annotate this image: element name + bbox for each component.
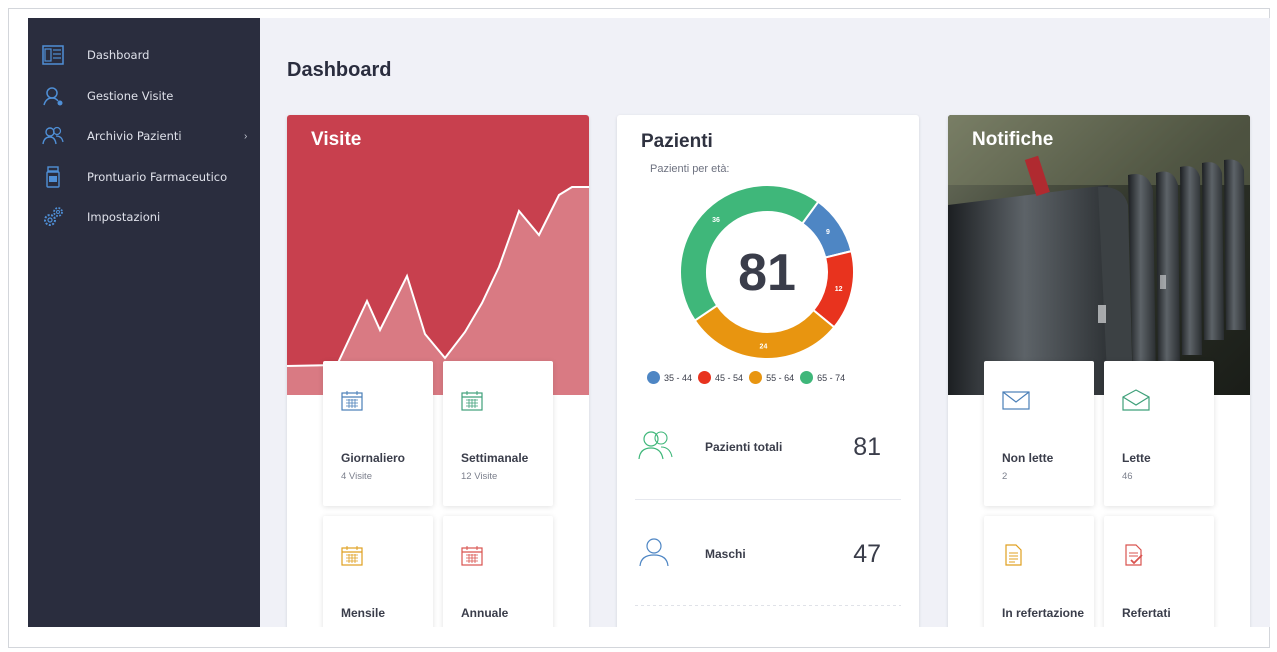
legend-swatch (647, 371, 660, 384)
pazienti-subtitle: Pazienti per età: (650, 163, 730, 175)
stat-value: 81 (853, 433, 881, 461)
pazienti-card: Pazienti Pazienti per età: 9 12 24 36 81 35 … (617, 115, 919, 627)
chevron-right-icon: › (244, 130, 248, 142)
user-search-icon (43, 87, 63, 106)
legend-label: 35 - 44 (664, 372, 693, 383)
mailboxes-photo (948, 115, 1250, 395)
legend-label: 45 - 54 (715, 372, 744, 383)
tile-title: Annuale (461, 606, 509, 620)
calendar-icon (341, 546, 363, 566)
legend-swatch (800, 371, 814, 384)
visite-card: Visite Giornaliero 4 Visite Settimanale … (287, 115, 589, 627)
tile-annuale[interactable]: Annuale (443, 516, 553, 627)
legend-item: 65 - 74 (800, 371, 845, 384)
tile-title: Lette (1122, 451, 1151, 465)
tile-subtitle: 46 (1122, 471, 1133, 482)
users-icon (638, 431, 673, 460)
sidebar-item-gestione-visite[interactable]: Gestione Visite (28, 81, 260, 111)
calendar-icon (461, 546, 483, 566)
notifiche-title: Notifiche (972, 129, 1054, 150)
stat-maschi[interactable]: Maschi 47 (635, 520, 901, 610)
calendar-icon (341, 391, 363, 411)
envelope-closed-icon (1002, 391, 1030, 410)
legend-item: 55 - 64 (749, 371, 794, 384)
sidebar-item-archivio-pazienti[interactable]: Archivio Pazienti › (28, 121, 260, 151)
mailboxes-image (948, 115, 1250, 395)
dashboard-icon (42, 45, 64, 65)
pazienti-title: Pazienti (641, 131, 713, 152)
sidebar-item-dashboard[interactable]: Dashboard (28, 40, 260, 70)
donut-slice-label: 9 (826, 229, 830, 236)
visite-sparkline (287, 186, 589, 395)
donut-slice-label: 24 (760, 343, 768, 350)
tile-refertati[interactable]: Refertati (1104, 516, 1214, 627)
user-icon (639, 538, 669, 567)
tile-title: Mensile (341, 606, 386, 620)
legend-swatch (749, 371, 763, 384)
visite-chart-background (287, 115, 589, 395)
document-check-icon (1125, 544, 1143, 566)
legend-label: 65 - 74 (817, 372, 846, 383)
legend-label: 55 - 64 (766, 372, 795, 383)
tile-subtitle: 2 (1002, 471, 1008, 482)
tile-title: Settimanale (461, 451, 529, 465)
main-content: Dashboard Visite Giornaliero 4 Visite Se… (260, 18, 1270, 627)
donut-slice-55-64[interactable] (693, 304, 836, 360)
tile-title: Refertati (1122, 606, 1171, 620)
legend-swatch (698, 371, 712, 384)
sidebar-item-label: Gestione Visite (87, 89, 174, 103)
tile-in-refertazione[interactable]: In refertazione (984, 516, 1094, 627)
donut-slice-label: 12 (835, 286, 843, 293)
users-icon (42, 126, 64, 145)
gears-icon (44, 207, 63, 226)
visite-title: Visite (311, 129, 362, 150)
stat-value: 47 (853, 540, 881, 568)
sidebar-item-label: Impostazioni (87, 210, 161, 224)
medicine-bottle-icon (46, 166, 60, 188)
sidebar-item-impostazioni[interactable]: Impostazioni (28, 202, 260, 232)
sidebar-item-label: Dashboard (87, 48, 150, 62)
donut-slice-label: 36 (712, 217, 720, 224)
stat-label: Pazienti totali (705, 440, 783, 454)
calendar-icon (461, 391, 483, 411)
tile-giornaliero[interactable]: Giornaliero 4 Visite (323, 361, 433, 506)
tile-non-lette[interactable]: Non lette 2 (984, 361, 1094, 506)
tile-title: In refertazione (1002, 606, 1085, 620)
divider (635, 605, 901, 606)
donut-center-total: 81 (738, 244, 796, 302)
tile-settimanale[interactable]: Settimanale 12 Visite (443, 361, 553, 506)
page-title: Dashboard (287, 59, 392, 81)
stat-label: Maschi (705, 547, 746, 561)
document-icon (1005, 544, 1022, 566)
sidebar-item-label: Prontuario Farmaceutico (87, 170, 228, 184)
sidebar-item-prontuario[interactable]: Prontuario Farmaceutico (28, 162, 260, 192)
tile-mensile[interactable]: Mensile (323, 516, 433, 627)
envelope-open-icon (1122, 389, 1150, 411)
notifiche-card: Notifiche Non lette 2 Lette 46 In refert… (948, 115, 1250, 627)
sidebar-item-label: Archivio Pazienti (87, 129, 182, 143)
tile-title: Non lette (1002, 451, 1054, 465)
tile-subtitle: 12 Visite (461, 471, 498, 482)
legend-item: 45 - 54 (698, 371, 743, 384)
sidebar: Dashboard Gestione Visite Archivio Pazie… (28, 18, 260, 627)
tile-title: Giornaliero (341, 451, 406, 465)
legend-item: 35 - 44 (647, 371, 692, 384)
tile-subtitle: 4 Visite (341, 471, 372, 482)
age-donut-chart: 9 12 24 36 81 (679, 184, 855, 360)
tile-lette[interactable]: Lette 46 (1104, 361, 1214, 506)
stat-pazienti-totali[interactable]: Pazienti totali 81 (635, 413, 901, 503)
chart-legend: 35 - 44 45 - 54 55 - 64 65 - 74 (647, 371, 897, 384)
divider (635, 499, 901, 500)
